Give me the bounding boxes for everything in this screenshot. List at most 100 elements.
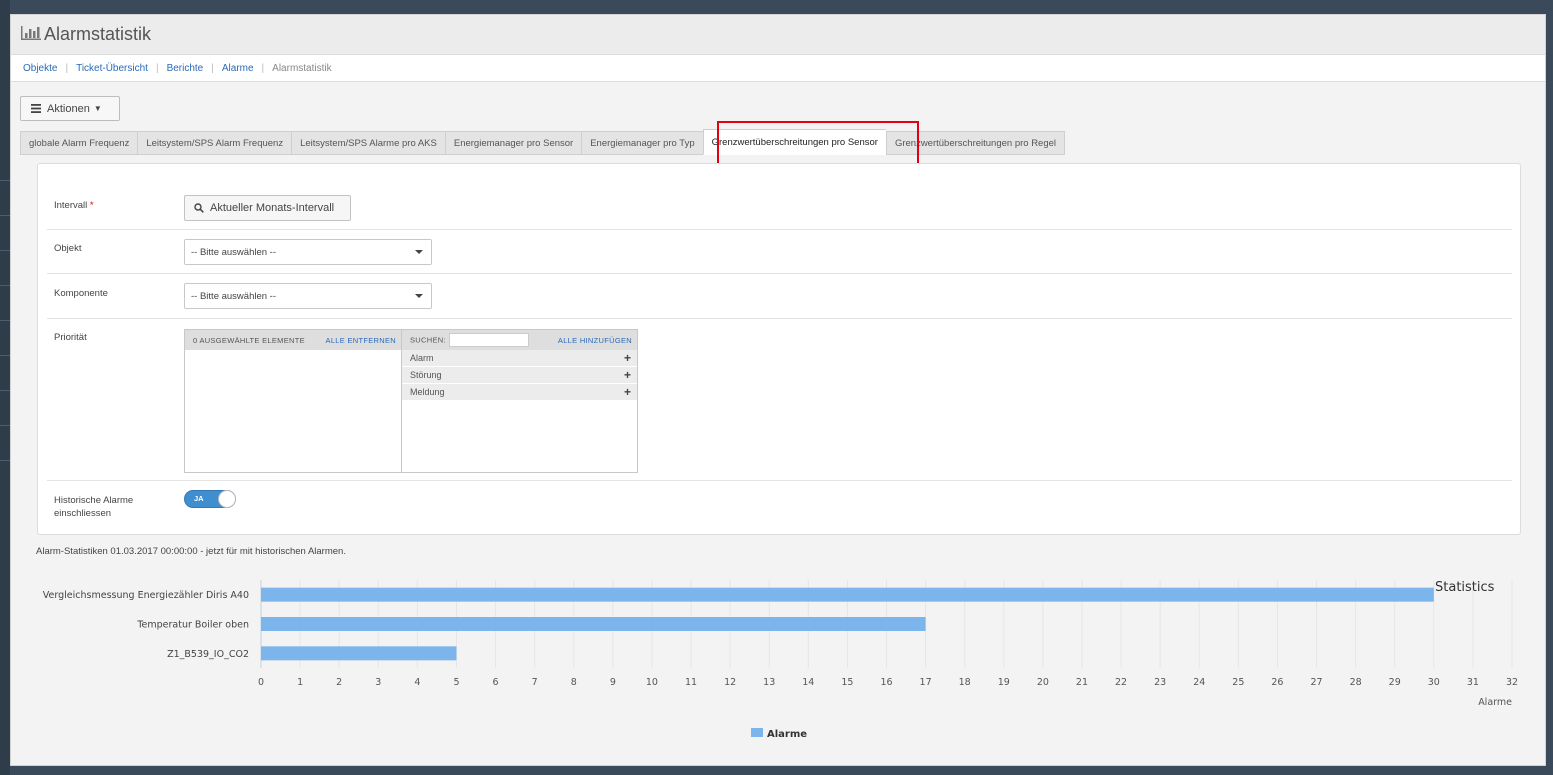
priority-multiselect: 0 AUSGEWÄHLTE ELEMENTE ALLE ENTFERNEN SU… (184, 329, 638, 473)
x-tick-label: 12 (724, 677, 736, 688)
y-category-label: Z1_B539_IO_CO2 (167, 649, 249, 660)
page-header: Alarmstatistik (11, 15, 1545, 55)
x-tick-label: 9 (610, 677, 616, 688)
x-tick-label: 20 (1037, 677, 1049, 688)
tab-leitsystem-alarm-frequenz[interactable]: Leitsystem/SPS Alarm Frequenz (137, 131, 292, 155)
x-tick-label: 11 (685, 677, 697, 688)
x-tick-label: 5 (453, 677, 459, 688)
x-tick-label: 26 (1271, 677, 1283, 688)
search-label: SUCHEN: (410, 335, 446, 345)
historisch-label-line1: Historische Alarme (54, 495, 134, 506)
actions-dropdown-button[interactable]: Aktionen ▼ (20, 96, 120, 121)
x-tick-label: 19 (998, 677, 1010, 688)
y-category-label: Temperatur Boiler oben (136, 620, 249, 631)
caret-down-icon: ▼ (93, 104, 102, 113)
add-all-link[interactable]: ALLE HINZUFÜGEN (558, 336, 632, 345)
prioritaet-label: Priorität (54, 332, 87, 343)
bar-1 (261, 587, 1434, 602)
x-tick-label: 13 (763, 677, 775, 688)
row-objekt: Objekt -- Bitte auswählen -- (47, 230, 1512, 274)
breadcrumb: Objekte | Ticket-Übersicht | Berichte | … (11, 55, 1545, 82)
y-category-label: Vergleichsmessung Energiezähler Diris A4… (43, 590, 249, 601)
legend-label: Alarme (767, 729, 807, 740)
breadcrumb-objekte[interactable]: Objekte (23, 63, 57, 74)
tab-globale-alarm-frequenz[interactable]: globale Alarm Frequenz (20, 131, 138, 155)
bar-chart-icon (21, 26, 41, 43)
x-tick-label: 2 (336, 677, 342, 688)
x-tick-label: 8 (571, 677, 577, 688)
tab-energiemanager-pro-sensor[interactable]: Energiemanager pro Sensor (444, 131, 582, 155)
x-tick-label: 25 (1232, 677, 1244, 688)
plus-icon: + (623, 385, 631, 399)
legend-swatch (751, 728, 763, 737)
remove-all-link[interactable]: ALLE ENTFERNEN (326, 336, 396, 345)
required-marker: * (89, 200, 94, 211)
x-tick-label: 18 (959, 677, 971, 688)
active-tab-highlight-box (717, 121, 919, 167)
x-tick-label: 28 (1350, 677, 1362, 688)
selected-list: 0 AUSGEWÄHLTE ELEMENTE ALLE ENTFERNEN (185, 330, 402, 472)
row-prioritaet: Priorität 0 AUSGEWÄHLTE ELEMENTE ALLE EN… (47, 319, 1512, 481)
chevron-down-icon (415, 250, 423, 254)
intervall-label: Intervall (54, 200, 88, 211)
available-list: SUCHEN: ALLE HINZUFÜGEN Alarm + Störung + … (402, 330, 637, 472)
interval-button[interactable]: Aktueller Monats-Intervall (184, 195, 351, 221)
filter-form: Intervall * Aktueller Monats-Intervall O… (37, 163, 1521, 535)
bar-3 (261, 646, 457, 661)
search-icon (194, 203, 204, 213)
toggle-knob (218, 490, 236, 508)
objekt-label: Objekt (54, 243, 82, 254)
breadcrumb-current: Alarmstatistik (272, 62, 332, 74)
objekt-select-value: -- Bitte auswählen -- (191, 246, 277, 258)
tab-energiemanager-pro-typ[interactable]: Energiemanager pro Typ (581, 131, 703, 155)
x-tick-label: 23 (1154, 677, 1166, 688)
priority-search-input[interactable] (448, 333, 529, 347)
interval-button-label: Aktueller Monats-Intervall (210, 202, 335, 214)
x-tick-label: 29 (1389, 677, 1401, 688)
plus-icon: + (623, 351, 631, 365)
x-tick-label: 15 (841, 677, 853, 688)
page-title: Alarmstatistik (44, 24, 152, 44)
breadcrumb-berichte[interactable]: Berichte (167, 63, 204, 74)
tab-leitsystem-alarme-pro-aks[interactable]: Leitsystem/SPS Alarme pro AKS (291, 131, 445, 155)
option-alarm[interactable]: Alarm + (402, 350, 637, 366)
alarm-statistics-chart: 0 1 2 3 4 5 6 7 8 9 10 11 12 13 14 15 16 17 18 19 20 21 22 23 24… (36, 568, 1521, 743)
x-tick-label: 4 (414, 677, 420, 688)
selected-count: 0 AUSGEWÄHLTE ELEMENTE (193, 335, 305, 345)
statistics-description: Alarm-Statistiken 01.03.2017 00:00:00 - … (36, 546, 346, 557)
x-tick-label: 32 (1506, 677, 1518, 688)
chevron-down-icon (415, 294, 423, 298)
historisch-label-line2: einschliessen (54, 508, 112, 519)
actions-label: Aktionen (47, 102, 90, 115)
objekt-select[interactable]: -- Bitte auswählen -- (184, 239, 432, 265)
menu-icon (31, 104, 41, 113)
x-tick-label: 14 (802, 677, 814, 688)
option-meldung[interactable]: Meldung + (402, 384, 637, 400)
x-tick-label: 31 (1467, 677, 1479, 688)
breadcrumb-ticket-uebersicht[interactable]: Ticket-Übersicht (76, 63, 148, 74)
komponente-select[interactable]: -- Bitte auswählen -- (184, 283, 432, 309)
x-tick-label: 17 (920, 677, 932, 688)
x-tick-label: 30 (1428, 677, 1440, 688)
x-tick-label: 21 (1076, 677, 1088, 688)
option-stoerung[interactable]: Störung + (402, 367, 637, 383)
x-tick-label: 6 (493, 677, 499, 688)
komponente-label: Komponente (54, 288, 108, 299)
komponente-select-value: -- Bitte auswählen -- (191, 290, 277, 302)
left-sidebar-strip (0, 0, 10, 775)
row-historisch: Historische Alarme einschliessen JA (47, 481, 1512, 531)
x-tick-label: 24 (1193, 677, 1205, 688)
x-tick-label: 22 (1115, 677, 1127, 688)
x-tick-label: 1 (297, 677, 303, 688)
toggle-label: JA (194, 494, 204, 503)
chart-title: Statistics (1435, 580, 1495, 595)
plus-icon: + (623, 368, 631, 382)
x-tick-label: 7 (532, 677, 538, 688)
x-tick-label: 3 (375, 677, 381, 688)
row-komponente: Komponente -- Bitte auswählen -- (47, 274, 1512, 319)
chart-svg: 0 1 2 3 4 5 6 7 8 9 10 11 12 13 14 15 16 17 18 19 20 21 22 23 24… (43, 580, 1518, 740)
historical-alarms-toggle[interactable]: JA (184, 490, 236, 508)
breadcrumb-alarme[interactable]: Alarme (222, 63, 254, 74)
main-panel: Alarmstatistik Objekte | Ticket-Übersich… (10, 14, 1546, 766)
row-intervall: Intervall * Aktueller Monats-Intervall (47, 187, 1512, 230)
